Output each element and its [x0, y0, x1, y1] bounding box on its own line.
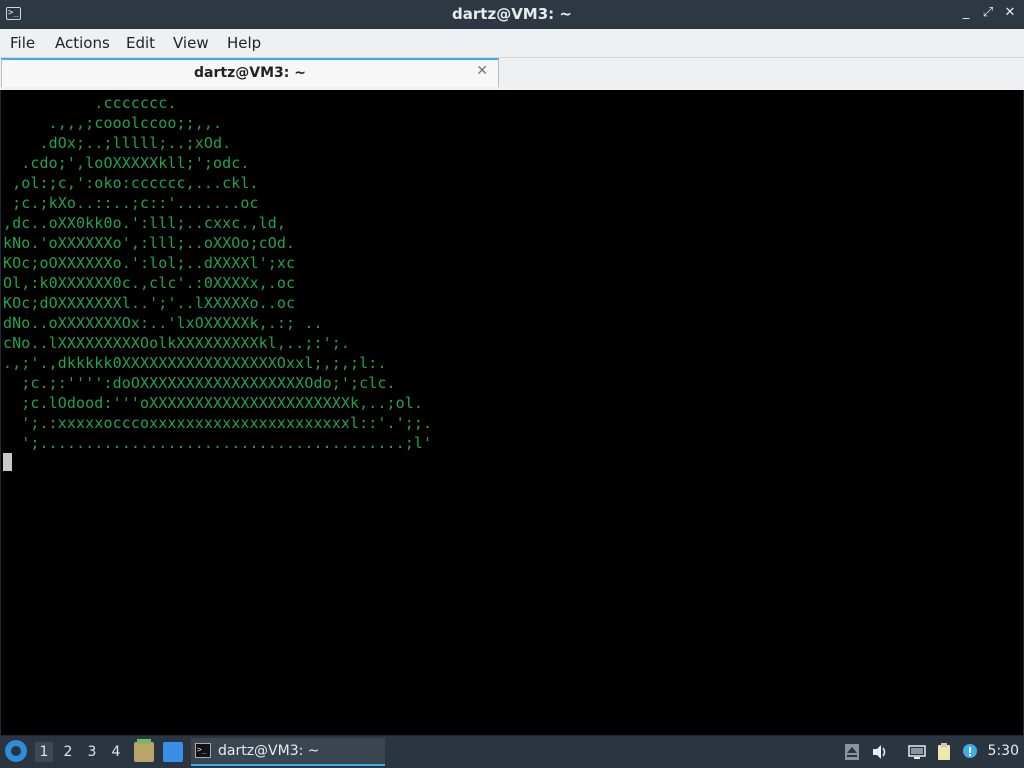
task-terminal[interactable]: >_ dartz@VM3: ~ — [191, 738, 385, 766]
volume-icon[interactable] — [871, 743, 889, 761]
terminal-line: cNo..lXXXXXXXXXOolkXXXXXXXXXkl,..;:';. — [3, 334, 350, 352]
terminal-line: Ol,:k0XXXXXX0c.,clc'.:0XXXXx,.oc — [3, 274, 296, 292]
minimize-button[interactable]: _ — [958, 4, 974, 22]
tab-close-icon[interactable]: ✕ — [476, 63, 488, 79]
workspace-3[interactable]: 3 — [83, 742, 101, 762]
terminal-line: ;c.;:'''':doOXXXXXXXXXXXXXXXXXXOdo;';clc… — [3, 374, 396, 392]
terminal-line: KOc;dOXXXXXXXl..';'..lXXXXXo..oc — [3, 294, 296, 312]
menu-edit[interactable]: Edit — [126, 34, 155, 52]
eject-icon[interactable] — [843, 743, 861, 761]
clipboard-icon[interactable] — [935, 743, 953, 761]
file-manager-icon[interactable] — [134, 739, 154, 762]
close-button[interactable]: ✕ — [1002, 4, 1018, 22]
menubar: File Actions Edit View Help — [0, 29, 1024, 58]
window-title: dartz@VM3: ~ — [452, 5, 572, 23]
terminal-cursor — [3, 453, 12, 471]
tab-terminal[interactable]: dartz@VM3: ~ ✕ — [1, 58, 499, 87]
terminal-task-icon: >_ — [195, 743, 211, 758]
terminal-line: .cdo;',loOXXXXXkll;';odc. — [3, 154, 250, 172]
terminal-line: .dOx;..;lllll;..;xOd. — [3, 134, 232, 152]
taskbar: 1 2 3 4 >_ dartz@VM3: ~ 5:30 — [0, 736, 1024, 768]
workspace-4[interactable]: 4 — [107, 742, 125, 762]
maximize-button[interactable]: ⤢ — [980, 4, 996, 22]
terminal-line: ;c.lOdood:'''oXXXXXXXXXXXXXXXXXXXXXXk,..… — [3, 394, 424, 412]
menu-actions[interactable]: Actions — [55, 34, 110, 52]
notification-icon[interactable] — [961, 743, 979, 761]
menu-file[interactable]: File — [10, 34, 35, 52]
task-label: dartz@VM3: ~ — [218, 743, 320, 759]
menu-help[interactable]: Help — [227, 34, 261, 52]
workspace-1[interactable]: 1 — [35, 742, 53, 762]
terminal-output[interactable]: .ccccccc. .,,,;cooolccoo;;,,. .dOx;..;ll… — [1, 90, 1023, 735]
menu-view[interactable]: View — [173, 34, 209, 52]
terminal-line: ;c.;kXo..::..;c::'.......oc — [3, 194, 259, 212]
terminal-line: dNo..oXXXXXXXOx:..'lxOXXXXXk,.:; .. — [3, 314, 323, 332]
clock[interactable]: 5:30 — [988, 743, 1019, 759]
tab-bar: dartz@VM3: ~ ✕ — [0, 58, 1024, 90]
app-menu-icon[interactable] — [5, 740, 27, 762]
terminal-line: KOc;oOXXXXXXo.':lol;..dXXXXl';xc — [3, 254, 296, 272]
terminal-line: ,dc..oXX0kk0o.':lll;..cxxc.,ld, — [3, 214, 287, 232]
show-desktop-icon[interactable] — [163, 742, 183, 762]
terminal-line: .,;'.,dkkkkk0XXXXXXXXXXXXXXXXXOxxl;,;,;l… — [3, 354, 387, 372]
terminal-line: .ccccccc. — [3, 94, 177, 112]
terminal-line: kNo.'oXXXXXXo',:lll;..oXXOo;cOd. — [3, 234, 296, 252]
terminal-line: ';.:xxxxxocccoxxxxxxxxxxxxxxxxxxxxxxl::'… — [3, 414, 433, 432]
workspace-2[interactable]: 2 — [59, 742, 77, 762]
terminal-line: ,ol:;c,':oko:cccccc,...ckl. — [3, 174, 259, 192]
terminal-line: .,,,;cooolccoo;;,,. — [3, 114, 223, 132]
tab-label: dartz@VM3: ~ — [194, 65, 306, 81]
network-icon[interactable] — [908, 743, 926, 761]
window-titlebar: >_ dartz@VM3: ~ _ ⤢ ✕ — [0, 0, 1024, 29]
terminal-line: ';......................................… — [3, 434, 433, 452]
